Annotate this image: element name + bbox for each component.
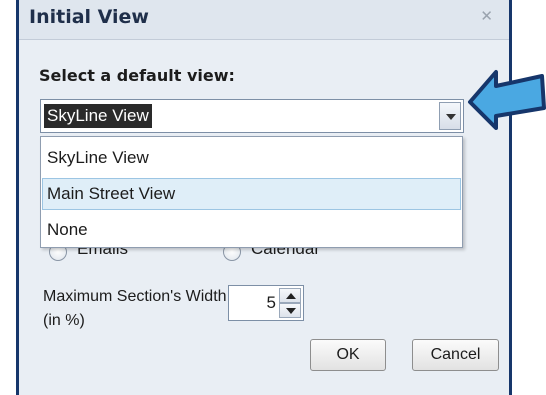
title-bar: Initial View ✕	[19, 0, 509, 40]
screenshot-stage: Initial View ✕ Select a default view: Sk…	[0, 0, 546, 395]
dropdown-option-main-street[interactable]: Main Street View	[42, 178, 461, 210]
dialog-title: Initial View	[29, 6, 149, 28]
chevron-down-icon[interactable]	[439, 102, 461, 130]
max-section-width-stepper[interactable]: 5	[228, 285, 304, 321]
initial-view-dialog: Initial View ✕ Select a default view: Sk…	[16, 0, 512, 395]
stepper-value[interactable]: 5	[267, 293, 276, 313]
combobox-selected-value[interactable]: SkyLine View	[44, 104, 152, 128]
default-view-dropdown-list: SkyLine View Main Street View None	[40, 136, 463, 248]
default-view-combobox[interactable]: SkyLine View	[40, 99, 464, 133]
close-icon[interactable]: ✕	[480, 9, 493, 24]
dropdown-option-skyline[interactable]: SkyLine View	[42, 142, 461, 174]
cancel-button[interactable]: Cancel	[412, 339, 499, 371]
arrow-pointer-icon	[468, 70, 546, 130]
ok-button[interactable]: OK	[310, 339, 386, 371]
dropdown-option-none[interactable]: None	[42, 214, 461, 246]
max-section-width-label: Maximum Section's Width (in %)	[43, 288, 227, 329]
stepper-up-icon[interactable]	[279, 288, 301, 303]
stepper-down-icon[interactable]	[279, 303, 301, 318]
default-view-label: Select a default view:	[39, 66, 235, 85]
